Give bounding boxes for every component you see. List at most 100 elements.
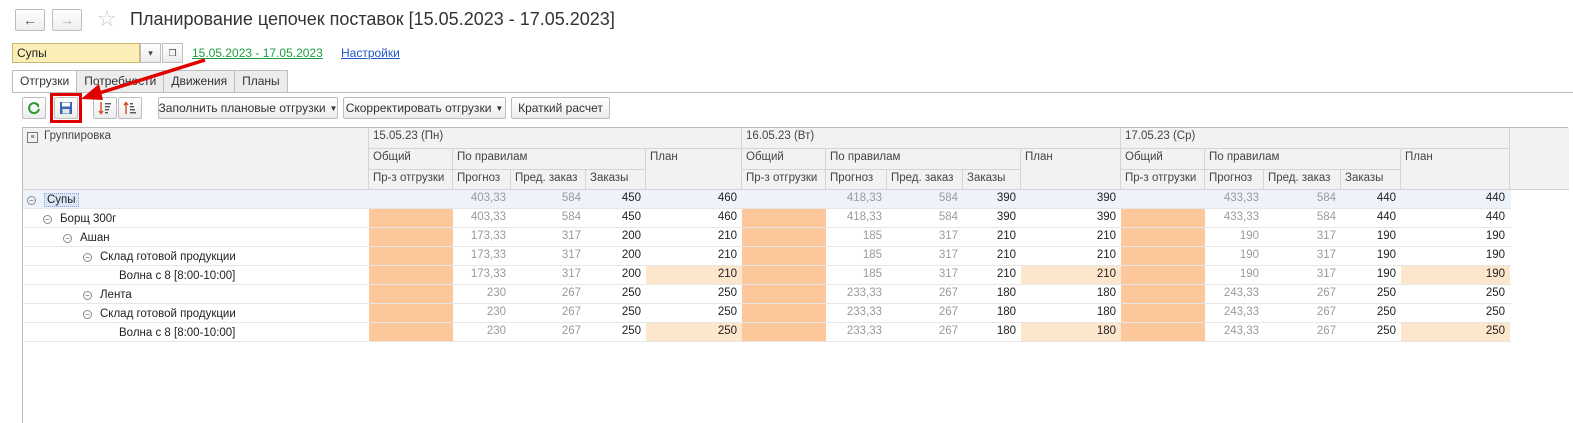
tree-cell[interactable]: − Склад готовой продукции [83,304,236,322]
plan-cell[interactable]: 210 [646,247,742,265]
tree-cell[interactable]: Волна с 8 [8:00-10:00] [119,323,235,341]
production-cell[interactable] [1121,266,1205,284]
plan-cell[interactable]: 250 [1401,323,1510,341]
table-row[interactable]: − Борщ 300г 403,33 584 450 460 418,33 584 390 390… [23,209,1511,228]
plan-cell[interactable]: 180 [1021,304,1121,322]
production-cell[interactable] [369,228,453,246]
settings-link[interactable]: Настройки [341,46,400,60]
orders-cell: 390 [996,192,1016,204]
table-row[interactable]: − Склад готовой продукции 173,33 317 200 210 1… [23,247,1511,266]
production-cell[interactable] [369,304,453,322]
production-cell[interactable] [1121,304,1205,322]
plan-cell[interactable]: 210 [646,228,742,246]
production-cell[interactable] [1121,247,1205,265]
production-cell[interactable] [742,209,826,227]
adjust-shipments-button[interactable]: Скорректировать отгрузки ▼ [343,97,506,119]
table-row[interactable]: − Лента 230 267 250 250 233,33 267 180 180 243,33 2… [23,285,1511,304]
production-cell[interactable] [742,304,826,322]
production-cell[interactable] [369,266,453,284]
forecast-cell: 433,33 [1223,211,1259,223]
production-cell[interactable] [369,285,453,303]
production-cell[interactable] [369,247,453,265]
production-cell[interactable] [1121,190,1205,208]
orders-cell: 250 [1376,306,1396,318]
prev-order-cell: 267 [938,325,958,337]
tree-cell[interactable]: − Склад готовой продукции [83,247,236,265]
plan-cell[interactable]: 390 [1021,209,1121,227]
plan-cell[interactable]: 250 [646,285,742,303]
prev-order-cell: 267 [561,287,581,299]
plan-cell[interactable]: 180 [1021,285,1121,303]
tree-cell[interactable]: Волна с 8 [8:00-10:00] [119,266,235,284]
plan-cell[interactable]: 390 [1021,190,1121,208]
tab-plans[interactable]: Планы [234,70,288,92]
plan-cell[interactable]: 250 [646,304,742,322]
tab-shipments[interactable]: Отгрузки [12,70,78,93]
plan-cell[interactable]: 440 [1401,209,1510,227]
collapse-icon[interactable]: − [43,214,52,224]
refresh-button[interactable] [22,97,46,119]
tree-cell[interactable]: − Борщ 300г [43,209,116,227]
prev-order-cell: 317 [561,230,581,242]
plan-cell[interactable]: 460 [646,209,742,227]
production-cell[interactable] [369,209,453,227]
table-row[interactable]: Волна с 8 [8:00-10:00] 173,33 317 200 210 185… [23,266,1511,285]
production-cell[interactable] [369,190,453,208]
production-cell[interactable] [1121,323,1205,341]
plan-cell[interactable]: 190 [1401,247,1510,265]
col-prev-order-1: Пред. заказ [511,170,586,190]
plan-cell[interactable]: 460 [646,190,742,208]
forecast-cell: 190 [1239,249,1259,261]
plan-cell[interactable]: 190 [1401,228,1510,246]
col-plan-1: План [646,149,742,190]
orders-cell: 390 [996,211,1016,223]
production-cell[interactable] [1121,209,1205,227]
production-cell[interactable] [742,247,826,265]
production-cell[interactable] [742,190,826,208]
prev-order-cell: 584 [938,192,958,204]
collapse-icon[interactable]: − [83,252,92,262]
orders-cell: 190 [1376,268,1396,280]
plan-cell[interactable]: 250 [646,323,742,341]
tab-divider [12,92,1573,93]
forecast-cell: 190 [1239,268,1259,280]
forward-button[interactable]: → [52,9,82,31]
production-cell[interactable] [1121,285,1205,303]
plan-cell[interactable]: 210 [1021,266,1121,284]
production-cell[interactable] [369,323,453,341]
star-icon[interactable]: ☆ [97,6,117,32]
plan-cell[interactable]: 210 [1021,247,1121,265]
production-cell[interactable] [742,266,826,284]
tree-cell[interactable]: − Ашан [63,228,110,246]
plan-cell[interactable]: 210 [646,266,742,284]
quick-calc-button[interactable]: Краткий расчет [511,97,610,119]
production-cell[interactable] [742,323,826,341]
production-cell[interactable] [1121,228,1205,246]
plan-cell[interactable]: 250 [1401,285,1510,303]
collapse-icon[interactable]: − [83,309,92,319]
orders-cell: 450 [621,192,641,204]
grouping-header[interactable]: ≡ Группировка [23,128,369,190]
prev-order-cell: 317 [938,268,958,280]
table-row[interactable]: − Супы 403,33 584 450 460 418,33 584 390 390 433,3… [23,190,1511,209]
plan-cell[interactable]: 210 [1021,228,1121,246]
forecast-cell: 185 [862,268,882,280]
plan-cell[interactable]: 190 [1401,266,1510,284]
back-button[interactable]: ← [15,9,45,31]
collapse-icon[interactable]: − [27,195,36,205]
table-row[interactable]: Волна с 8 [8:00-10:00] 230 267 250 250 233,33… [23,323,1511,342]
plan-cell[interactable]: 180 [1021,323,1121,341]
collapse-icon[interactable]: − [63,233,72,243]
production-cell[interactable] [742,228,826,246]
tree-cell[interactable]: − Супы [27,190,79,208]
collapse-icon[interactable]: − [83,290,92,300]
forecast-cell: 230 [486,306,506,318]
tree-cell[interactable]: − Лента [83,285,132,303]
table-row[interactable]: − Склад готовой продукции 230 267 250 250 233,… [23,304,1511,323]
orders-cell: 210 [996,268,1016,280]
table-row[interactable]: − Ашан 173,33 317 200 210 185 317 210 210 190 317 19… [23,228,1511,247]
production-cell[interactable] [742,285,826,303]
plan-cell[interactable]: 440 [1401,190,1510,208]
plan-cell[interactable]: 250 [1401,304,1510,322]
row-label: Лента [100,289,132,301]
